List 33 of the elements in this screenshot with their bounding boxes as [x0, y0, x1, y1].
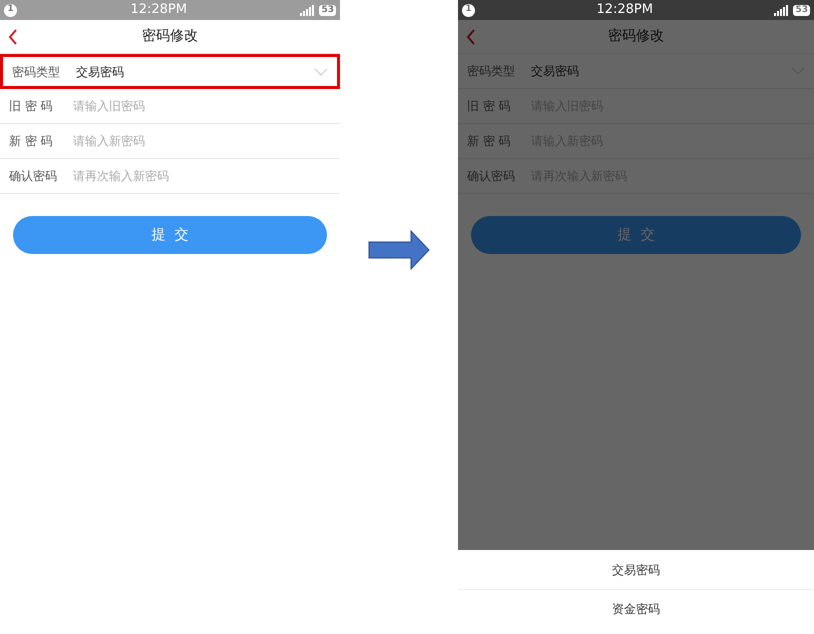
- battery-level: 53: [319, 4, 336, 16]
- battery-level: 53: [793, 4, 810, 16]
- input-row[interactable]: 旧 密 码 请输入旧密码: [0, 89, 340, 124]
- input-row[interactable]: 确认密码 请再次输入新密码: [0, 159, 340, 194]
- field-label: 确认密码: [467, 168, 516, 185]
- status-time: 12:28PM: [596, 1, 653, 20]
- page-title: 密码修改: [608, 27, 664, 46]
- password-field[interactable]: 请输入旧密码: [73, 97, 331, 115]
- chevron-down-icon: [314, 68, 328, 76]
- signal-icon: [774, 4, 790, 16]
- arrow-drawing: [368, 230, 430, 270]
- field-label: 新 密 码: [9, 133, 54, 150]
- field-label: 密码类型: [12, 64, 61, 80]
- field-label: 确认密码: [9, 168, 58, 185]
- status-time: 12:28PM: [130, 1, 187, 20]
- back-icon[interactable]: [466, 28, 476, 44]
- back-icon[interactable]: [8, 28, 18, 44]
- notification-badge: 1: [462, 4, 475, 16]
- select-value: 交易密码: [531, 63, 579, 80]
- field-label: 旧 密 码: [9, 98, 54, 115]
- picker-option[interactable]: 交易密码: [458, 550, 814, 589]
- field-label: 旧 密 码: [467, 98, 512, 115]
- signal-icon: [300, 4, 316, 16]
- password-field[interactable]: 请再次输入新密码: [73, 167, 331, 185]
- password-field[interactable]: 请输入新密码: [73, 132, 331, 150]
- picker-option[interactable]: 资金密码: [458, 589, 814, 628]
- page-title: 密码修改: [142, 27, 198, 46]
- input-row[interactable]: 新 密 码 请输入新密码: [0, 124, 340, 159]
- select-value: 交易密码: [76, 64, 124, 80]
- notification-badge: 1: [4, 4, 17, 16]
- select-row[interactable]: 密码类型 交易密码: [0, 54, 340, 89]
- field-label: 密码类型: [467, 63, 516, 80]
- field-label: 新 密 码: [467, 133, 512, 150]
